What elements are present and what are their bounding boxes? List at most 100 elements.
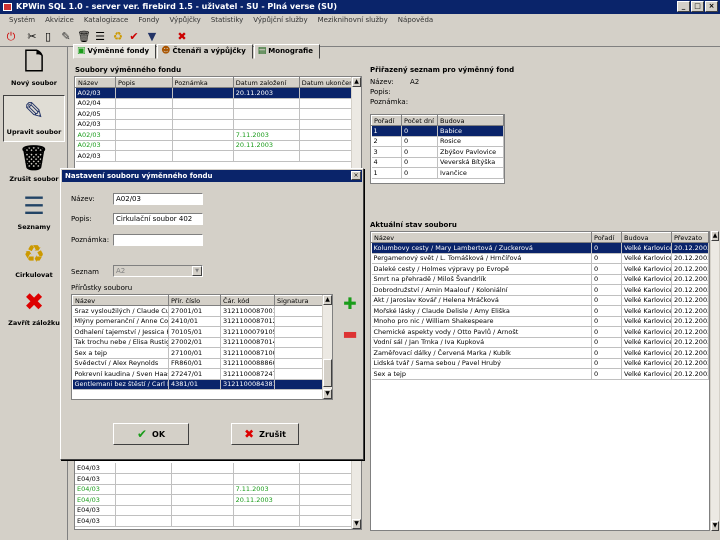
column-header[interactable]: Počet dní	[401, 115, 438, 126]
column-header[interactable]: Budova	[437, 115, 504, 126]
column-header[interactable]: Přír. číslo	[168, 295, 221, 306]
table-row[interactable]: Sex a tejp 27100/01 3121100087100	[72, 347, 332, 359]
close-window-button[interactable]: ×	[705, 1, 718, 12]
table-row[interactable]: A02/03 20.11.2003	[75, 140, 361, 151]
tab-readers-loans[interactable]: ☻ Čtenáři a výpůjčky	[157, 44, 253, 59]
table-row[interactable]: Odhalení tajemství / Jessica Hamoutová70…	[72, 326, 332, 338]
column-header[interactable]: Název	[75, 77, 117, 88]
table-row[interactable]: A02/03 20.11.2003	[75, 87, 361, 99]
menu-item[interactable]: Výpůjčky	[164, 14, 205, 27]
list-select[interactable]: A2 ▼	[113, 265, 203, 277]
add-item-button[interactable]: ✚	[340, 294, 360, 314]
table-row[interactable]: 2 0 Rosice	[371, 136, 504, 147]
table-row[interactable]: 3 0 Zbýšov Pavlovice	[371, 146, 504, 158]
dialog-close-button[interactable]: ×	[351, 171, 361, 180]
menu-item[interactable]: Statistiky	[206, 14, 248, 27]
table-row[interactable]: Mlýny pomeranční / Anne Cosky 2410/01 3121…	[72, 316, 332, 327]
table-row[interactable]: Zaměřovací dálky / Červená Marka / Kubík…	[371, 347, 709, 359]
menu-item[interactable]: Fondy	[133, 14, 164, 27]
menu-item[interactable]: Katalogizace	[79, 14, 134, 27]
status-scroll-up-button[interactable]: ▲	[711, 231, 719, 241]
column-header[interactable]: Pořadí	[371, 115, 402, 126]
table-row[interactable]: Sex a tejp 0 Velké Karlovice 20.12.2003	[371, 368, 709, 380]
list-icon[interactable]: ☰	[92, 29, 108, 45]
table-row[interactable]: A02/04	[75, 98, 361, 109]
table-row[interactable]: Smrt na přehradě / Miloš Švandrlík 0 Velké…	[371, 274, 709, 285]
check-icon[interactable]: ✔	[126, 29, 142, 45]
column-header[interactable]: Popis	[115, 77, 173, 88]
name-input[interactable]: A02/03	[113, 193, 203, 205]
table-row[interactable]: 1 0 Ivančice	[371, 167, 504, 179]
edit-icon[interactable]: ✎	[58, 29, 74, 45]
table-row[interactable]: E04/03 7.11.2003	[75, 484, 361, 495]
items-scroll-up-button[interactable]: ▲	[323, 295, 332, 305]
edit-file-button[interactable]: ✎ Upravit soubor	[3, 95, 65, 142]
cancel-button[interactable]: ✖ Zrušit	[231, 423, 299, 445]
column-header[interactable]: Poznámka	[171, 77, 234, 88]
status-scroll-down-button[interactable]: ▼	[711, 521, 719, 531]
table-row[interactable]: Pokrevní kaudina / Sven Haasi 27247/01 312…	[72, 368, 332, 380]
table-row[interactable]: A02/03 7.11.2003	[75, 129, 361, 141]
items-scrollbar[interactable]: ▲ ▼	[322, 295, 332, 399]
table-row[interactable]: Kolumbovy cesty / Mary Lambertová / Zuck…	[371, 242, 709, 254]
menu-item[interactable]: Meziknihovní služby	[313, 14, 393, 27]
column-header[interactable]: Převzato	[671, 232, 709, 243]
menu-item[interactable]: Systém	[4, 14, 40, 27]
minimize-button[interactable]: _	[677, 1, 690, 12]
new-document-icon[interactable]: ▯	[40, 29, 56, 45]
scroll-up-button[interactable]: ▲	[352, 77, 361, 87]
menu-item[interactable]: Akvizice	[40, 14, 79, 27]
items-scroll-down-button[interactable]: ▼	[323, 389, 332, 399]
filter-icon[interactable]: ▼	[144, 29, 160, 45]
remove-item-button[interactable]: ▬	[340, 324, 360, 344]
tab-monographs[interactable]: ▤ Monografie	[253, 44, 320, 59]
table-row[interactable]: A02/03	[75, 150, 361, 162]
table-row[interactable]: E04/03	[75, 463, 361, 474]
table-row[interactable]: Tak trochu nebe / Elisa Rustig 27002/01 31…	[72, 337, 332, 348]
table-row[interactable]: Chemické aspekty vody / Otto Pavlů / Arn…	[371, 326, 709, 338]
table-row[interactable]: Mnoho pro nic / William Shakespeare 0 Velk…	[371, 316, 709, 327]
table-row[interactable]: Lidská tvář / Sama sebou / Pavel Hrubý 0 V…	[371, 358, 709, 369]
maximize-button[interactable]: □	[691, 1, 704, 12]
delete-file-button[interactable]: 🗑 Zrušit soubor	[3, 143, 65, 190]
trash-icon[interactable]: 🗑	[76, 29, 92, 45]
tab-exchange-funds[interactable]: ▣ Výměnné fondy	[73, 44, 157, 59]
note-input[interactable]	[113, 234, 203, 246]
table-row[interactable]: E04/03	[75, 473, 361, 485]
description-input[interactable]: Cirkulační soubor 402	[113, 213, 203, 225]
table-row[interactable]: Mořské lásky / Claude Delisle / Amy Eliš…	[371, 305, 709, 317]
table-row[interactable]: E04/03 20.11.2003	[75, 494, 361, 506]
table-row[interactable]: A02/05	[75, 108, 361, 120]
table-row[interactable]: Dobrodružství / Amin Maalouf / Koloniáln…	[371, 284, 709, 296]
status-scrollbar[interactable]: ▲ ▼	[710, 231, 719, 531]
power-icon[interactable]: ⏻	[3, 29, 19, 45]
column-header[interactable]: Název	[72, 295, 169, 306]
close-icon[interactable]: ✖	[174, 29, 190, 45]
table-row[interactable]: 1 0 Babice	[371, 125, 504, 137]
column-header[interactable]: Název	[371, 232, 592, 243]
table-row[interactable]: Sraz vysloužilých / Claude Cunoi27001/01…	[72, 305, 332, 317]
table-row[interactable]: A02/03	[75, 119, 361, 130]
table-row[interactable]: Gentlemani bez štěstí / Carl Hiaasen4381…	[72, 379, 332, 390]
cycle-icon[interactable]: ♻	[110, 29, 126, 45]
table-row[interactable]: 4 0 Veverská Bítýška	[371, 157, 504, 168]
table-row[interactable]: Akt / Jaroslav Kovář / Helena Mráčková 0 V…	[371, 295, 709, 306]
items-scroll-thumb[interactable]	[323, 359, 332, 387]
table-row[interactable]: E04/03	[75, 515, 361, 527]
menu-item[interactable]: Nápověda	[393, 14, 438, 27]
column-header[interactable]: Pořadí	[591, 232, 622, 243]
column-header[interactable]: Datum založení	[232, 77, 300, 88]
menu-item[interactable]: Výpůjční služby	[248, 14, 312, 27]
table-row[interactable]: Vodní sál / Jan Trnka / Iva Kupková 0 Velk…	[371, 337, 709, 348]
table-row[interactable]: Pergamenový svět / L. Tomášková / Hrnčíř…	[371, 253, 709, 264]
ok-button[interactable]: ✔ OK	[113, 423, 189, 445]
new-file-button[interactable]: 🗋 Nový soubor	[3, 47, 65, 94]
column-header[interactable]: Čár. kód	[220, 295, 275, 306]
close-tab-button[interactable]: ✖ Zavřít záložku	[3, 287, 65, 334]
lists-button[interactable]: ☰ Seznamy	[3, 191, 65, 238]
tools-icon[interactable]: ✂	[24, 29, 40, 45]
circulate-button[interactable]: ♻ Cirkulovat	[3, 239, 65, 286]
table-row[interactable]: Daleké cesty / Holmes výpravy po Evropě 0…	[371, 263, 709, 275]
table-row[interactable]: E04/03	[75, 505, 361, 516]
scroll-down-button[interactable]: ▼	[352, 519, 361, 529]
